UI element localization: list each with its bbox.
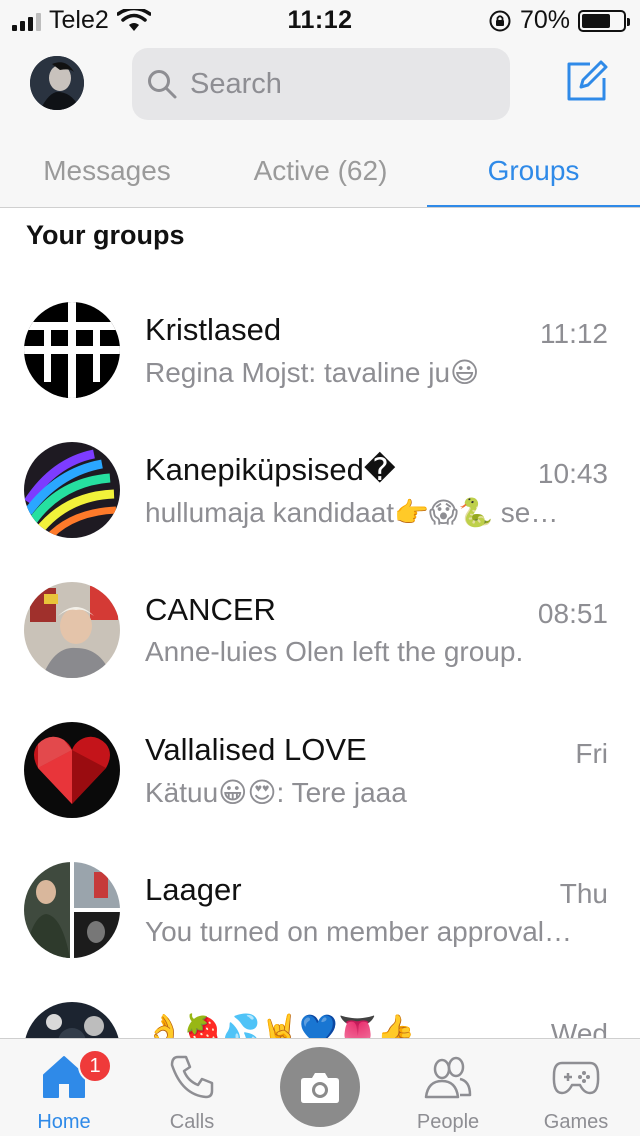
- rotation-lock-icon: [489, 10, 511, 31]
- group-avatar: [24, 722, 120, 818]
- group-row[interactable]: CANCER 08:51 Anne-luies Olen left the gr…: [0, 582, 640, 722]
- tab-groups[interactable]: Groups: [427, 134, 640, 208]
- search-bar[interactable]: [132, 48, 510, 120]
- camera-button[interactable]: [280, 1047, 360, 1127]
- group-name: Kanepiküpsised�: [145, 452, 396, 487]
- group-name: Kristlased: [145, 312, 282, 347]
- group-time: Fri: [575, 738, 608, 769]
- group-time: 10:43: [537, 458, 608, 489]
- phone-icon: [170, 1055, 214, 1099]
- group-time: Thu: [559, 878, 608, 909]
- people-icon: [424, 1056, 472, 1099]
- tab-active[interactable]: Active (62): [214, 134, 427, 208]
- group-preview: You turned on member approval…: [145, 916, 572, 947]
- group-avatar: [24, 582, 120, 678]
- compose-icon[interactable]: [564, 58, 610, 104]
- search-input[interactable]: [190, 67, 490, 101]
- camera-icon: [301, 1073, 339, 1103]
- battery-icon: [578, 9, 630, 32]
- group-row[interactable]: Kristlased 11:12 Regina Mojst: tavaline …: [0, 302, 640, 442]
- group-name: Vallalised LOVE: [145, 732, 367, 767]
- gamepad-icon: [552, 1061, 600, 1095]
- notification-badge: 1: [78, 1049, 112, 1083]
- tab-home-label: Home: [37, 1111, 91, 1133]
- group-avatar: [24, 862, 120, 958]
- status-bar: Tele2 11:12 70%: [0, 0, 640, 40]
- group-row[interactable]: Laager Thu You turned on member approval…: [0, 862, 640, 1002]
- tab-home[interactable]: 1 Home: [0, 1039, 128, 1136]
- group-preview: Regina Mojst: tavaline ju😃: [145, 357, 480, 388]
- group-row[interactable]: Vallalised LOVE Fri Kätuu😀😍: Tere jaaa: [0, 722, 640, 862]
- header: Messages Active (62) Groups: [0, 40, 640, 208]
- tab-people[interactable]: People: [384, 1039, 512, 1136]
- tab-calls-label: Calls: [169, 1111, 215, 1133]
- status-right: 70%: [488, 6, 630, 35]
- group-time: 11:12: [540, 318, 608, 349]
- battery-fill: [582, 13, 610, 28]
- tab-strip: Messages Active (62) Groups: [0, 134, 640, 208]
- group-preview: Kätuu😀😍: Tere jaaa: [145, 777, 407, 808]
- group-avatar: [24, 442, 120, 538]
- group-avatar: [24, 302, 120, 398]
- divider: [0, 207, 640, 208]
- tab-calls[interactable]: Calls: [128, 1039, 256, 1136]
- group-time: 08:51: [537, 598, 608, 629]
- battery-percent: 70%: [519, 6, 570, 34]
- tab-people-label: People: [416, 1111, 480, 1133]
- search-icon: [148, 70, 177, 99]
- profile-avatar[interactable]: [30, 56, 84, 110]
- tab-games[interactable]: Games: [512, 1039, 640, 1136]
- group-name: CANCER: [145, 592, 276, 627]
- bottom-tab-bar: 1 Home Calls People Games: [0, 1038, 640, 1136]
- group-preview: Anne-luies Olen left the group.: [145, 636, 524, 667]
- group-preview: hullumaja kandidaat👉😱🐍 se…: [145, 497, 559, 528]
- section-title: Your groups: [26, 220, 185, 250]
- group-name: Laager: [145, 872, 242, 907]
- tab-games-label: Games: [543, 1111, 609, 1133]
- group-row[interactable]: Kanepiküpsised� 10:43 hullumaja kandidaa…: [0, 442, 640, 582]
- tab-messages[interactable]: Messages: [0, 134, 214, 208]
